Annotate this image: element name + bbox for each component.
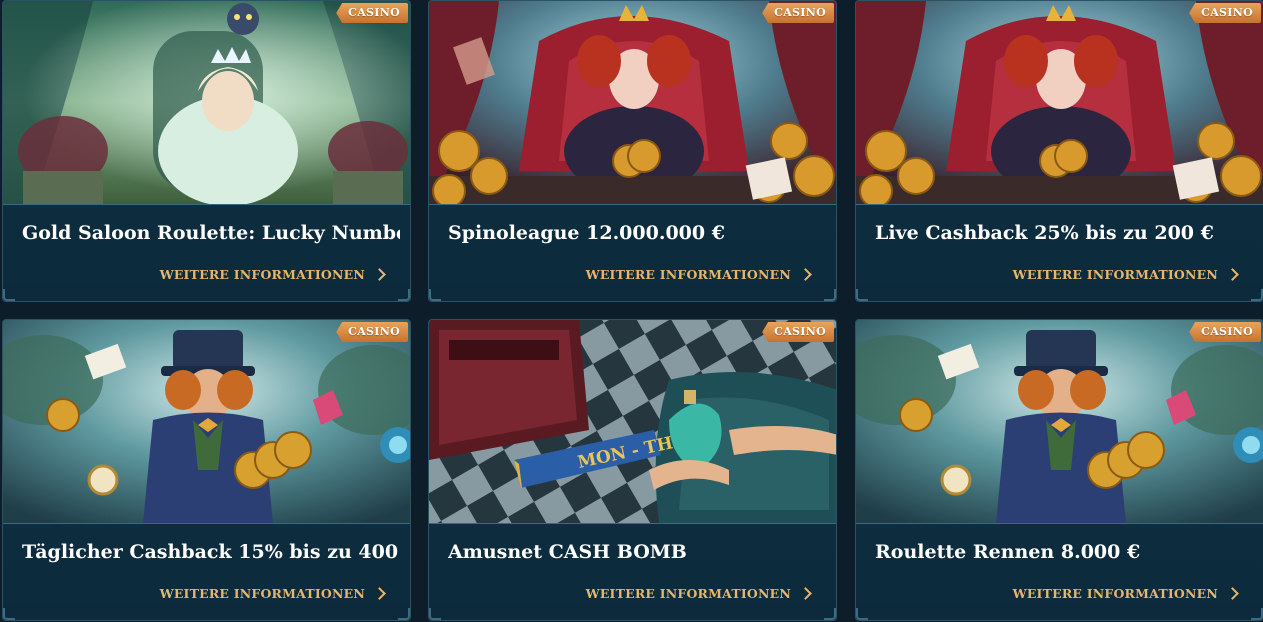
promo-title: Roulette Rennen 8.000 €: [875, 541, 1141, 563]
more-info-link[interactable]: WEITERE INFORMATIONEN: [1013, 586, 1241, 601]
promo-title: Live Cashback 25% bis zu 200 €: [875, 222, 1214, 244]
divider: [429, 523, 836, 524]
more-info-label: WEITERE INFORMATIONEN: [585, 267, 791, 282]
more-info-label: WEITERE INFORMATIONEN: [159, 267, 365, 282]
casino-badge: CASINO: [1189, 322, 1261, 342]
promo-image-mon-thu-potion[interactable]: MON - THU CASINO: [429, 320, 836, 523]
more-info-link[interactable]: WEITERE INFORMATIONEN: [1013, 267, 1241, 282]
casino-badge: CASINO: [336, 322, 408, 342]
more-info-link[interactable]: WEITERE INFORMATIONEN: [586, 267, 814, 282]
promo-card-5[interactable]: MON - THU CASINO Amusnet CASH BOMB WEITE…: [428, 319, 837, 621]
chevron-right-icon: [1226, 587, 1239, 600]
divider: [856, 204, 1263, 205]
divider: [429, 204, 836, 205]
promo-image-mad-hatter[interactable]: CASINO: [3, 320, 410, 523]
casino-badge: CASINO: [1189, 3, 1261, 23]
promo-image-white-queen[interactable]: CASINO: [3, 1, 410, 204]
more-info-label: WEITERE INFORMATIONEN: [1012, 586, 1218, 601]
promo-image-red-queen[interactable]: CASINO: [429, 1, 836, 204]
more-info-label: WEITERE INFORMATIONEN: [1012, 267, 1218, 282]
promotions-grid: CASINO Gold Saloon Roulette: Lucky Numbe…: [0, 0, 1263, 622]
chevron-right-icon: [373, 268, 386, 281]
promo-image-red-queen[interactable]: CASINO: [856, 1, 1263, 204]
promo-card-2[interactable]: CASINO Spinoleague 12.000.000 € WEITERE …: [428, 0, 837, 302]
promo-title: Täglicher Cashback 15% bis zu 400 €: [22, 541, 400, 563]
casino-badge: CASINO: [762, 3, 834, 23]
promo-card-1[interactable]: CASINO Gold Saloon Roulette: Lucky Numbe…: [2, 0, 411, 302]
promo-card-3[interactable]: CASINO Live Cashback 25% bis zu 200 € WE…: [855, 0, 1263, 302]
promo-title: Gold Saloon Roulette: Lucky Number: [22, 222, 400, 244]
divider: [3, 523, 410, 524]
promo-card-4[interactable]: CASINO Täglicher Cashback 15% bis zu 400…: [2, 319, 411, 621]
more-info-link[interactable]: WEITERE INFORMATIONEN: [160, 586, 388, 601]
more-info-label: WEITERE INFORMATIONEN: [585, 586, 791, 601]
divider: [3, 204, 410, 205]
promo-image-mad-hatter[interactable]: CASINO: [856, 320, 1263, 523]
casino-badge: CASINO: [762, 322, 834, 342]
promo-title: Amusnet CASH BOMB: [448, 541, 687, 563]
casino-badge: CASINO: [336, 3, 408, 23]
divider: [856, 523, 1263, 524]
chevron-right-icon: [799, 587, 812, 600]
more-info-link[interactable]: WEITERE INFORMATIONEN: [586, 586, 814, 601]
chevron-right-icon: [1226, 268, 1239, 281]
more-info-link[interactable]: WEITERE INFORMATIONEN: [160, 267, 388, 282]
chevron-right-icon: [373, 587, 386, 600]
more-info-label: WEITERE INFORMATIONEN: [159, 586, 365, 601]
chevron-right-icon: [799, 268, 812, 281]
promo-card-6[interactable]: CASINO Roulette Rennen 8.000 € WEITERE I…: [855, 319, 1263, 621]
promo-title: Spinoleague 12.000.000 €: [448, 222, 725, 244]
